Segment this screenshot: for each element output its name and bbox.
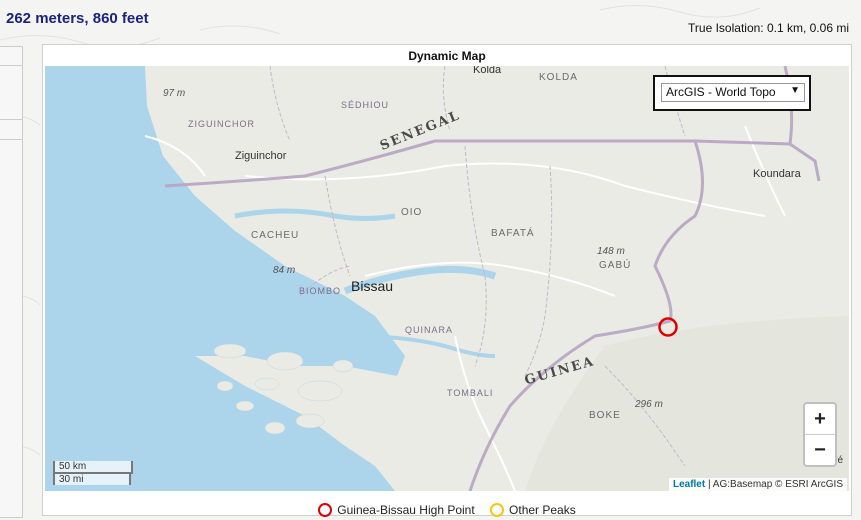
label-bissau: Bissau [351, 278, 394, 294]
label-gabu: GABÚ [599, 260, 632, 271]
leaflet-link[interactable]: Leaflet [673, 479, 705, 490]
map-container: Dynamic Map Kolda KOLDA SÉDHIOU ZIGUINCH… [42, 44, 852, 517]
label-koundara: Koundara [753, 168, 801, 180]
elevation-heading: 262 meters, 860 feet [6, 10, 149, 27]
zoom-control: + − [803, 402, 837, 467]
legend-high-point: Guinea-Bissau High Point [318, 503, 475, 517]
dynamic-map[interactable]: Kolda KOLDA SÉDHIOU ZIGUINCHOR Ziguincho… [45, 66, 849, 491]
zoom-out-button[interactable]: − [805, 435, 835, 465]
label-guinea: GUINEA [523, 354, 597, 389]
label-boke: BOKE [589, 410, 621, 421]
left-side-panel [0, 46, 23, 518]
legend-other-peaks-label: Other Peaks [509, 503, 576, 517]
scale-bar: 50 km 30 mi [53, 461, 133, 485]
legend-other-peaks: Other Peaks [490, 503, 576, 517]
label-kolda-region: KOLDA [539, 72, 578, 83]
label-senegal: SENEGAL [378, 108, 463, 154]
zoom-in-button[interactable]: + [805, 404, 835, 434]
label-kolda-town: Kolda [473, 66, 502, 76]
label-elev-84: 84 m [273, 265, 296, 276]
attribution-text: | AG:Basemap © ESRI ArcGIS [705, 479, 843, 490]
label-tombali: TOMBALI [447, 388, 494, 398]
basemap-select[interactable]: ArcGIS - World Topo ▼ [661, 83, 805, 102]
scale-mi: 30 mi [53, 472, 131, 485]
label-quinara: QUINARA [405, 325, 454, 335]
map-graphics: Kolda KOLDA SÉDHIOU ZIGUINCHOR Ziguincho… [45, 66, 849, 491]
label-bafata: BAFATÁ [491, 228, 535, 239]
map-title: Dynamic Map [408, 49, 486, 63]
label-sedhiou-region: SÉDHIOU [341, 100, 390, 110]
map-attribution: Leaflet | AG:Basemap © ESRI ArcGIS [668, 478, 847, 491]
red-ring-icon [318, 503, 333, 517]
label-ziguinchor-region: ZIGUINCHOR [188, 119, 255, 129]
yellow-ring-icon [490, 503, 505, 517]
dropdown-arrow-icon: ▼ [790, 85, 800, 96]
label-biombo: BIOMBO [299, 286, 342, 296]
label-oio: OIO [401, 207, 423, 218]
label-cacheu: CACHEU [251, 230, 300, 241]
label-elev-148: 148 m [597, 246, 625, 257]
label-elev-97: 97 m [163, 88, 186, 99]
map-legend: Guinea-Bissau High Point Other Peaks [43, 503, 851, 520]
basemap-control: ArcGIS - World Topo ▼ [653, 75, 811, 111]
label-elev-296: 296 m [635, 399, 663, 410]
legend-high-point-label: Guinea-Bissau High Point [337, 503, 475, 517]
true-isolation-text: True Isolation: 0.1 km, 0.06 mi [688, 21, 849, 35]
label-ziguinchor-town: Ziguinchor [235, 150, 287, 162]
basemap-selected-value: ArcGIS - World Topo [666, 85, 776, 99]
